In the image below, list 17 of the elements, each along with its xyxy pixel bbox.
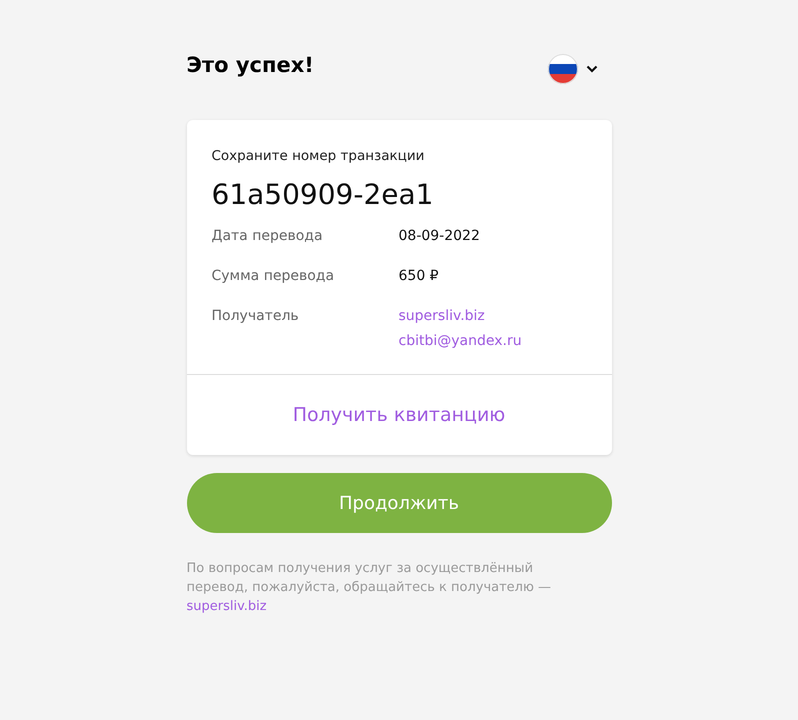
chevron-down-icon — [586, 65, 598, 73]
language-selector[interactable] — [548, 54, 598, 84]
page-title: Это успех! — [186, 52, 314, 80]
transaction-id: 61a50909-2ea1 — [212, 177, 434, 214]
recipient-link[interactable]: supersliv.biz — [398, 306, 522, 328]
detail-label: Получатель — [212, 307, 300, 326]
recipient-link[interactable]: cbitbi@yandex.ru — [398, 331, 522, 352]
detail-value: 650 ₽ — [398, 267, 439, 286]
detail-value: 08-09-2022 — [398, 227, 480, 246]
continue-button[interactable]: Продолжить — [186, 473, 612, 534]
detail-label: Дата перевода — [212, 227, 324, 246]
flag-icon — [548, 54, 578, 84]
caption: Сохраните номер транзакции — [212, 147, 426, 166]
footer-link[interactable]: supersliv.biz — [186, 599, 267, 614]
receipt-link[interactable]: Получить квитанцию — [292, 401, 506, 430]
detail-label: Сумма перевода — [212, 267, 336, 286]
footer-note: По вопросам получения услуг за осуществлённый перевод, пожалуйста, обращайтесь к получателю — supersliv.biz — [186, 560, 552, 616]
